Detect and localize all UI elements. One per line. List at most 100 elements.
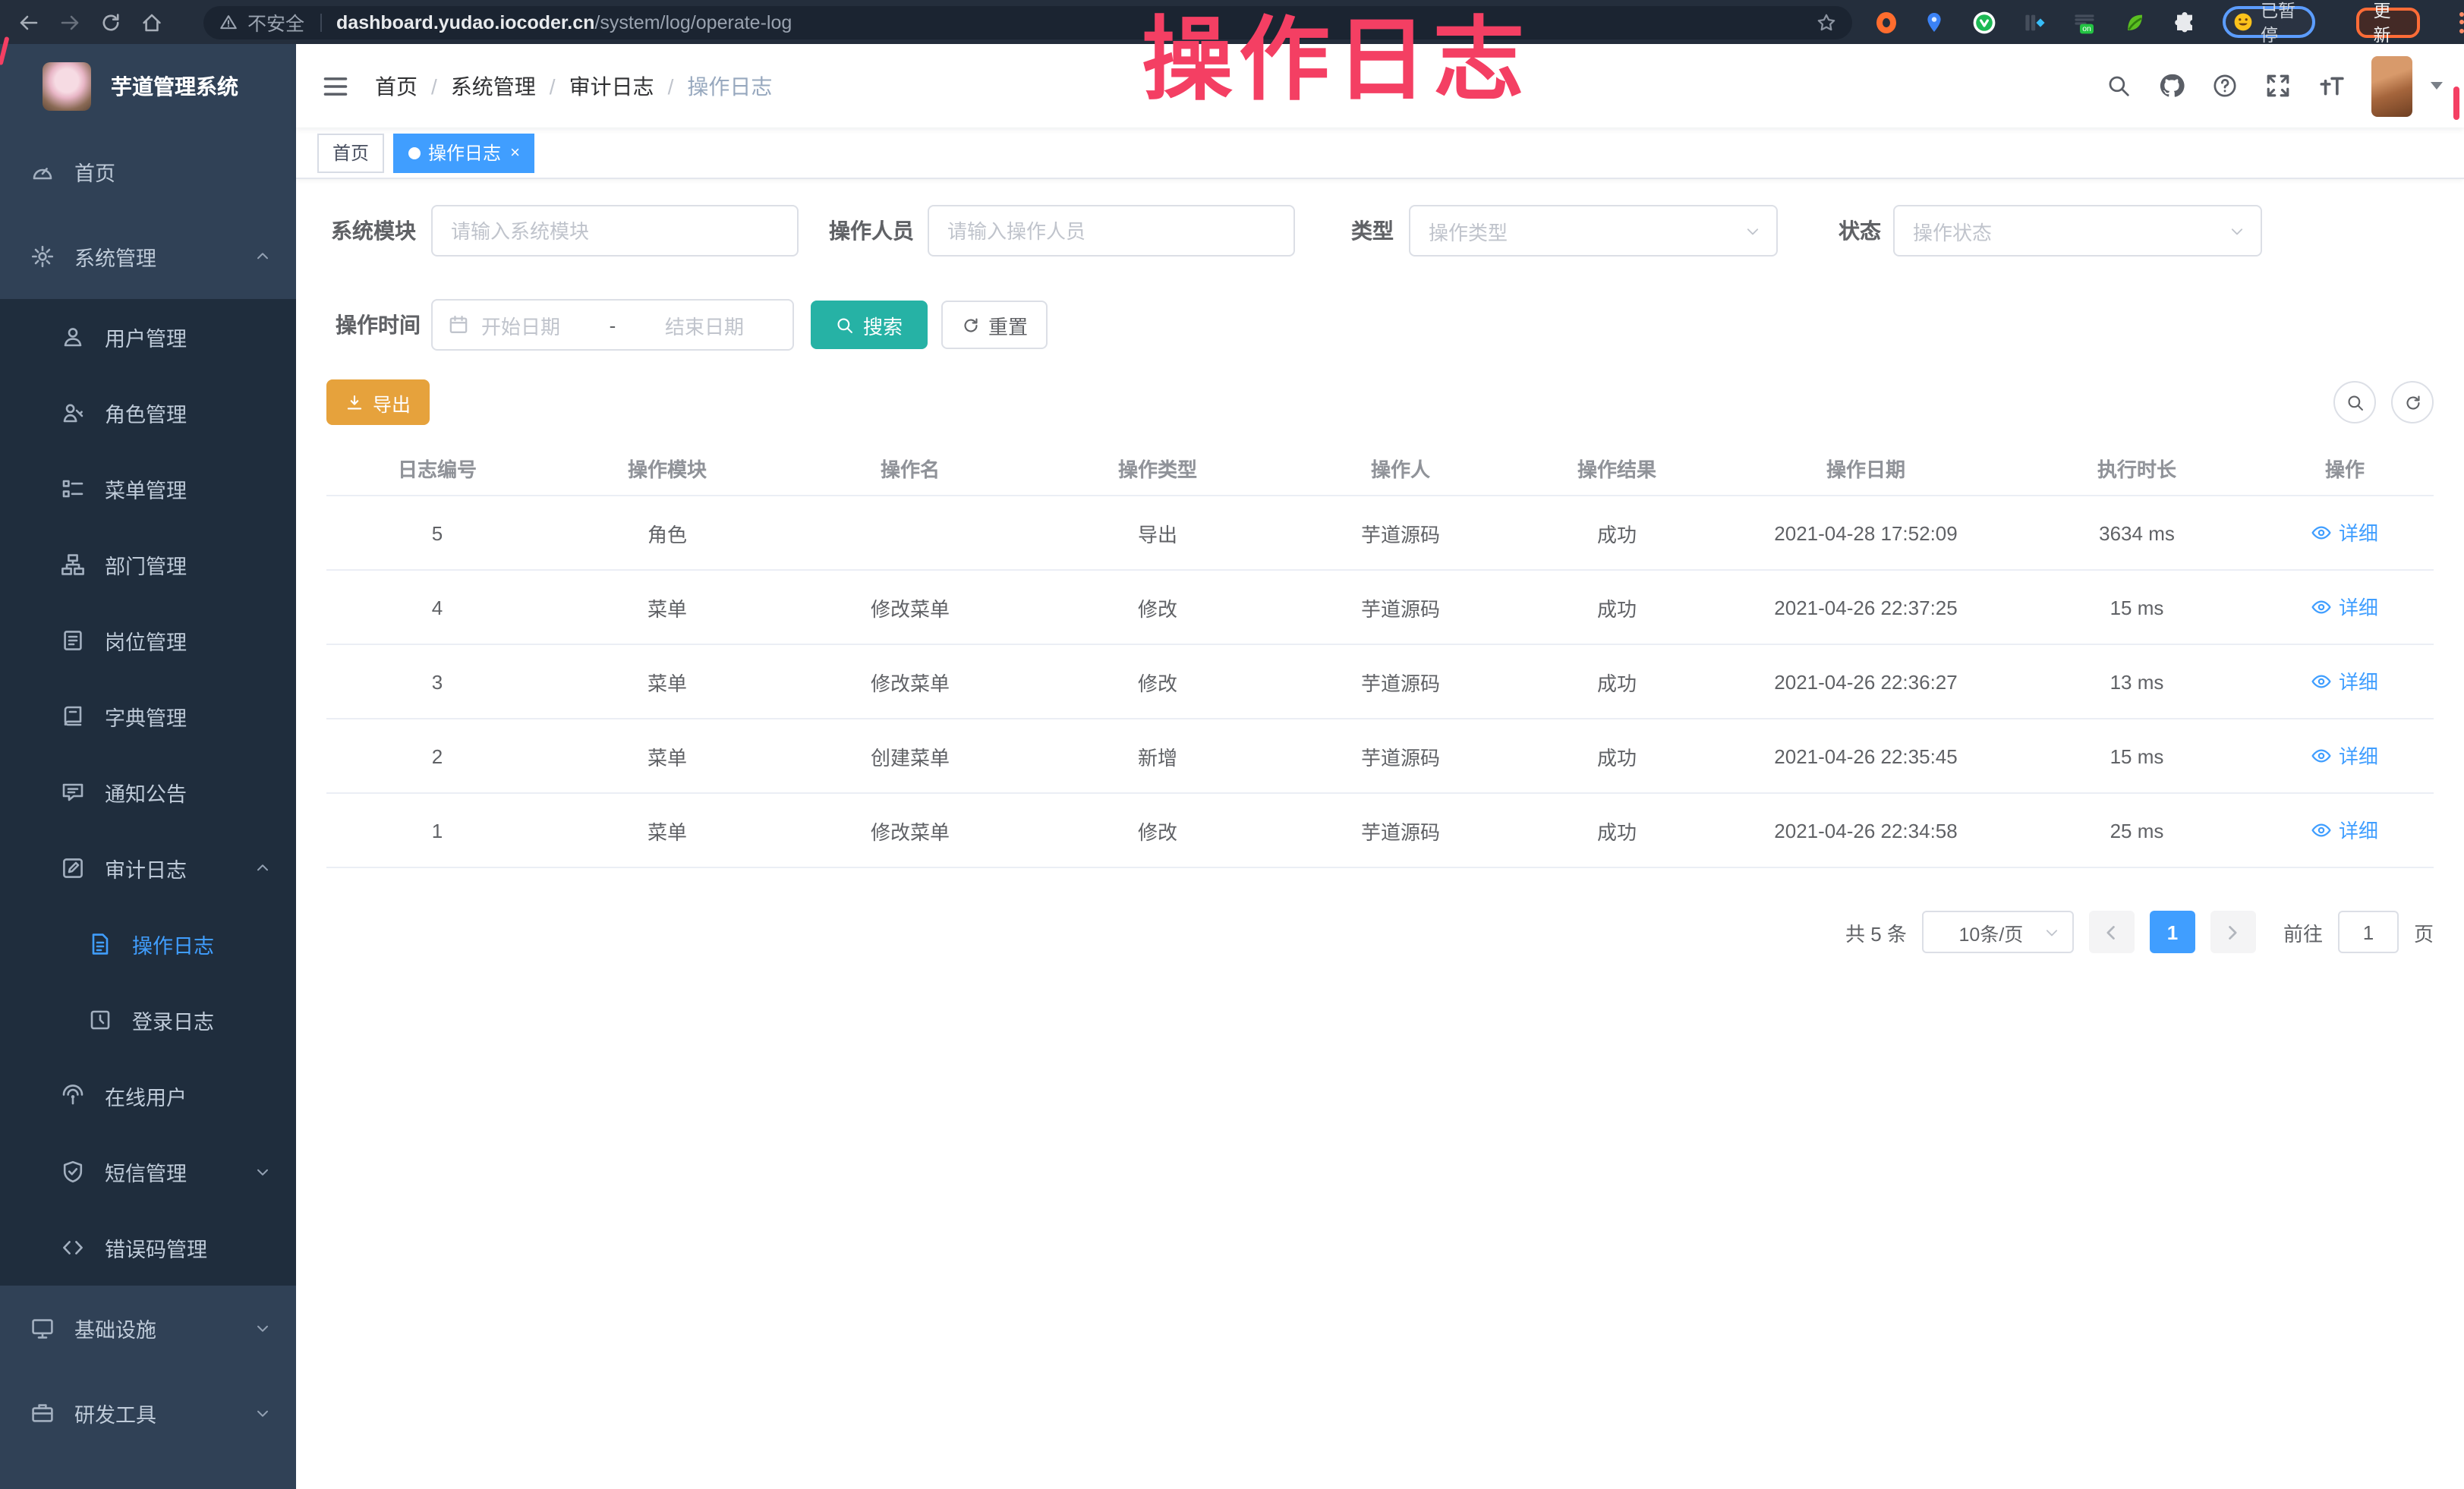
operator-input[interactable]	[928, 205, 1295, 257]
browser-reload-icon[interactable]	[99, 10, 123, 34]
sidebar-item-错误码管理[interactable]: 错误码管理	[0, 1210, 296, 1286]
detail-label: 详细	[2339, 667, 2378, 696]
tag-首页[interactable]: 首页	[317, 133, 384, 172]
prev-page-button[interactable]	[2089, 911, 2135, 953]
detail-link[interactable]: 详细	[2311, 593, 2378, 622]
chevron-left-icon	[2103, 924, 2120, 940]
help-icon[interactable]	[2212, 73, 2238, 99]
url-path: /system/log/operate-log	[594, 11, 792, 33]
hamburger-icon[interactable]	[322, 73, 349, 100]
page-number-button[interactable]: 1	[2150, 911, 2195, 953]
cell-id: 5	[326, 521, 548, 544]
ext-pin-icon[interactable]	[1922, 10, 1946, 34]
address-bar[interactable]: 不安全 dashboard.yudao.iocoder.cn/system/lo…	[203, 5, 1852, 39]
export-button[interactable]: 导出	[326, 379, 430, 425]
toggle-search-button[interactable]	[2333, 381, 2376, 423]
cell-id: 2	[326, 744, 548, 767]
search-icon[interactable]	[2106, 73, 2132, 99]
sidebar-item-label: 审计日志	[105, 853, 187, 883]
detail-link[interactable]: 详细	[2311, 518, 2378, 547]
type-select[interactable]: 操作类型	[1409, 205, 1778, 257]
cell-type: 导出	[1034, 518, 1281, 547]
sidebar-item-操作日志[interactable]: 操作日志	[0, 906, 296, 982]
breadcrumb-item[interactable]: 首页	[375, 71, 417, 101]
sidebar-item-label: 登录日志	[132, 1005, 214, 1035]
breadcrumb-item[interactable]: 系统管理	[451, 71, 536, 101]
fullscreen-icon[interactable]	[2265, 73, 2291, 99]
browser-home-icon[interactable]	[140, 10, 164, 34]
cell-operator: 芋道源码	[1281, 593, 1520, 622]
ext-green-v-icon[interactable]	[1972, 10, 1996, 34]
online-signal-icon	[61, 1084, 85, 1108]
role-icon	[61, 401, 85, 425]
bookmark-star-icon[interactable]	[1816, 11, 1837, 33]
search-button[interactable]: 搜索	[811, 301, 928, 349]
goto-label: 前往	[2283, 918, 2323, 946]
module-input[interactable]	[431, 205, 799, 257]
ext-puzzle-icon[interactable]	[2173, 10, 2197, 34]
date-range-picker[interactable]: 开始日期 - 结束日期	[431, 299, 794, 351]
sidebar-item-岗位管理[interactable]: 岗位管理	[0, 603, 296, 678]
sidebar-item-label: 用户管理	[105, 322, 187, 352]
sidebar-item-系统管理[interactable]: 系统管理	[0, 214, 296, 299]
detail-link[interactable]: 详细	[2311, 816, 2378, 845]
time-label: 操作时间	[326, 310, 421, 340]
close-icon[interactable]: ×	[510, 143, 520, 162]
chevron-down-icon	[254, 1319, 272, 1337]
status-select[interactable]: 操作状态	[1893, 205, 2262, 257]
search-icon	[836, 315, 855, 335]
detail-link[interactable]: 详细	[2311, 741, 2378, 770]
sidebar-item-字典管理[interactable]: 字典管理	[0, 678, 296, 754]
sidebar-item-在线用户[interactable]: 在线用户	[0, 1058, 296, 1134]
browser-forward-icon[interactable]	[58, 10, 82, 34]
ext-leaf-icon[interactable]	[2122, 10, 2147, 34]
sidebar-item-菜单管理[interactable]: 菜单管理	[0, 451, 296, 527]
ext-picker-icon[interactable]	[2022, 10, 2047, 34]
sidebar-item-研发工具[interactable]: 研发工具	[0, 1371, 296, 1456]
cell-operator: 芋道源码	[1281, 816, 1520, 845]
github-icon[interactable]	[2159, 73, 2185, 99]
refresh-table-button[interactable]	[2391, 381, 2434, 423]
user-avatar[interactable]	[2371, 55, 2412, 116]
reset-button[interactable]: 重置	[941, 301, 1048, 349]
browser-back-icon[interactable]	[17, 10, 41, 34]
tag-label: 操作日志	[428, 140, 501, 165]
column-header: 操作类型	[1034, 454, 1281, 483]
profile-paused-badge[interactable]: 已暂停	[2223, 6, 2315, 38]
avatar-caret-icon[interactable]	[2431, 82, 2443, 90]
ext-on-switch-icon[interactable]: on	[2072, 10, 2097, 34]
chevron-down-icon	[254, 1163, 272, 1181]
ext-proxy-icon[interactable]	[1876, 11, 1896, 33]
detail-link[interactable]: 详细	[2311, 667, 2378, 696]
detail-label: 详细	[2339, 593, 2378, 622]
cell-id: 3	[326, 670, 548, 693]
sidebar-item-首页[interactable]: 首页	[0, 129, 296, 214]
chrome-menu-icon[interactable]	[2459, 11, 2464, 33]
sidebar-item-通知公告[interactable]: 通知公告	[0, 754, 296, 830]
sidebar-item-审计日志[interactable]: 审计日志	[0, 830, 296, 906]
sidebar-item-label: 首页	[74, 156, 115, 187]
column-header: 操作结果	[1520, 454, 1714, 483]
next-page-button[interactable]	[2210, 911, 2256, 953]
sidebar-logo-row[interactable]: 芋道管理系统	[0, 44, 296, 129]
cell-name: 创建菜单	[786, 741, 1034, 770]
sidebar-item-label: 操作日志	[132, 929, 214, 959]
goto-page-input[interactable]	[2338, 911, 2399, 953]
sidebar-item-基础设施[interactable]: 基础设施	[0, 1286, 296, 1371]
chrome-update-button[interactable]: 更新	[2357, 7, 2420, 37]
breadcrumb-item[interactable]: 审计日志	[569, 71, 654, 101]
sidebar-item-label: 菜单管理	[105, 474, 187, 504]
column-header: 操作日期	[1714, 454, 2018, 483]
tag-操作日志[interactable]: 操作日志 ×	[393, 133, 535, 172]
detail-label: 详细	[2339, 741, 2378, 770]
sidebar-item-登录日志[interactable]: 登录日志	[0, 982, 296, 1058]
sidebar-item-部门管理[interactable]: 部门管理	[0, 527, 296, 603]
sidebar-item-用户管理[interactable]: 用户管理	[0, 299, 296, 375]
cell-date: 2021-04-26 22:34:58	[1714, 819, 2018, 842]
sidebar-item-角色管理[interactable]: 角色管理	[0, 375, 296, 451]
page-size-select[interactable]: 10条/页	[1922, 911, 2074, 953]
pagination: 共 5 条 10条/页 1 前往 页	[326, 911, 2434, 953]
app-title: 芋道管理系统	[111, 71, 238, 102]
font-size-icon[interactable]	[2318, 73, 2344, 99]
sidebar-item-短信管理[interactable]: 短信管理	[0, 1134, 296, 1210]
